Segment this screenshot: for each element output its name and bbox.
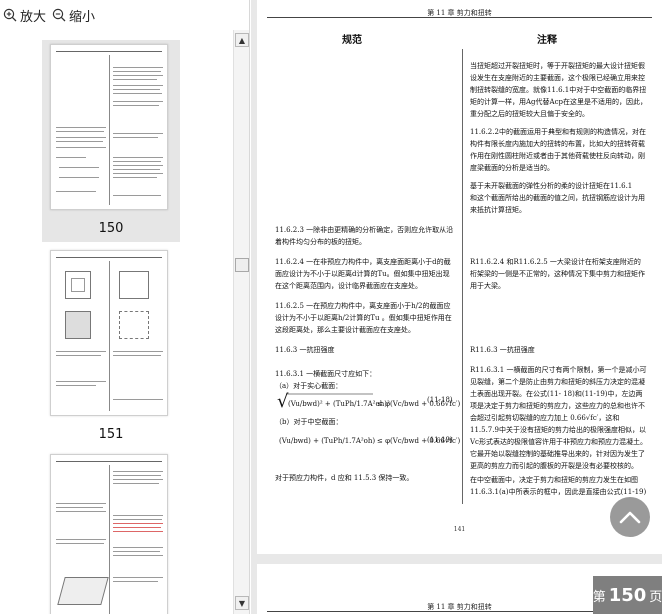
commentary-section-r11-6-3: R11.6.3 一抗扭强度 <box>470 346 535 354</box>
equation-number-11-19: (11-19) <box>427 436 453 444</box>
zoom-out-label: 缩小 <box>69 9 96 25</box>
svg-text:(Vu/bwd) + (TuPh/1.7A²oh): (Vu/bwd) + (TuPh/1.7A²oh) <box>279 437 375 445</box>
scroll-down-arrow[interactable]: ▼ <box>235 596 249 610</box>
code-clause-11-6-3-1: 11.6.3.1 一横截面尺寸应如下： （a）对于实心截面： <box>275 370 377 390</box>
code-hollow-section-label: （b）对于中空截面： <box>275 418 343 426</box>
commentary-paragraph: 基于未开裂截面的弹性分析的柔的设计扭矩在11.6.1 和这个截面所给出的截面的值之… <box>470 182 645 214</box>
commentary-r11-6-3-1: R11.6.3.1 一横截面的尺寸有两个限制，第一个是减小可 见裂缝，第二个是防止… <box>470 366 647 470</box>
code-prestressed-note: 对于预应力构件，d 应和 11.5.3 保持一致。 <box>275 474 414 482</box>
thumbnail-label-150: 150 <box>98 221 124 236</box>
page-indicator-prefix: 第 <box>592 589 606 605</box>
zoom-in-icon <box>3 8 17 22</box>
back-to-top-button[interactable] <box>610 497 650 537</box>
thumbnail-list: 150 151 <box>0 30 230 614</box>
thumbnail-page-151[interactable] <box>50 250 168 416</box>
zoom-in-label: 放大 <box>20 9 47 25</box>
scroll-up-arrow[interactable]: ▲ <box>235 33 249 47</box>
commentary-paragraph: 当扭矩超过开裂扭矩时，等于开裂扭矩的最大设计扭矩假 设发生在支座附近的主要截面，这… <box>470 62 647 118</box>
sidebar-scrollbar[interactable]: ▲ ▼ <box>233 30 249 614</box>
svg-text:(Vu/bwd)² + (TuPh/1.7A²oh)²: (Vu/bwd)² + (TuPh/1.7A²oh)² <box>288 400 390 408</box>
column-heading-commentary: 注释 <box>537 35 557 46</box>
page-indicator-badge: 第 150 页 <box>593 576 662 614</box>
code-clause-11-6-2-5: 11.6.2.5 一在预应力构件中，离支座面小于h/2的截面应 设计为不小于以距离… <box>275 302 452 334</box>
scrollbar-thumb[interactable] <box>235 258 249 272</box>
thumbnail-page-150[interactable] <box>50 44 168 210</box>
chevron-up-icon <box>619 511 641 524</box>
code-clause-11-6-2-3: 11.6.2.3 一除非由更精确的分析确定，否则应允许取从沿 着构件均匀分布的板的… <box>275 226 454 246</box>
code-section-11-6-3: 11.6.3 一抗扭强度 <box>275 346 335 354</box>
document-page-150: 第 11 章 剪力和扭转 规范 注释 当扭矩超过开裂扭矩时，等于开裂扭矩的最大设… <box>257 0 662 554</box>
page-number: 141 <box>453 526 466 533</box>
document-viewer[interactable]: 第 11 章 剪力和扭转 规范 注释 当扭矩超过开裂扭矩时，等于开裂扭矩的最大设… <box>251 0 662 614</box>
commentary-r11-6-2-4: R11.6.2.4 和R11.6.2.5 一大梁设计在桁架支座附近的 桁架梁的一侧… <box>470 258 645 290</box>
equation-number-11-18: (11-18) <box>427 396 453 404</box>
thumbnail-sidebar: 放大 缩小 150 151 ▲ ▼ <box>0 0 250 614</box>
zoom-toolbar: 放大 缩小 <box>0 0 230 30</box>
page-indicator-number: 150 <box>608 584 647 606</box>
commentary-paragraph: 11.6.2.2中的截面运用于典型和有规则的构造情况，对在 构件有限长度内施加大的… <box>470 128 646 172</box>
zoom-out-icon <box>52 8 66 22</box>
thumbnail-label-151: 151 <box>98 427 124 442</box>
zoom-in-button[interactable]: 放大 <box>3 6 47 25</box>
page-indicator-suffix: 页 <box>649 589 662 605</box>
zoom-out-button[interactable]: 缩小 <box>52 6 96 25</box>
header-rule <box>267 17 652 18</box>
commentary-hollow-section: 在中空截面中，决定于剪力和扭矩的剪应力发生在如图 11.6.3.1(a)中所表示的… <box>470 476 647 496</box>
column-divider <box>462 49 463 504</box>
thumbnail-page-152[interactable] <box>50 454 168 614</box>
code-clause-11-6-2-4: 11.6.2.4 一在非预应力构件中，离支座面距离小于d的截 面应设计为不小于以距… <box>275 258 451 290</box>
equation-11-18: √ (Vu/bwd)² + (TuPh/1.7A²oh)² ≤ φ(Vc/bwd… <box>277 391 460 412</box>
column-heading-code: 规范 <box>342 35 362 46</box>
